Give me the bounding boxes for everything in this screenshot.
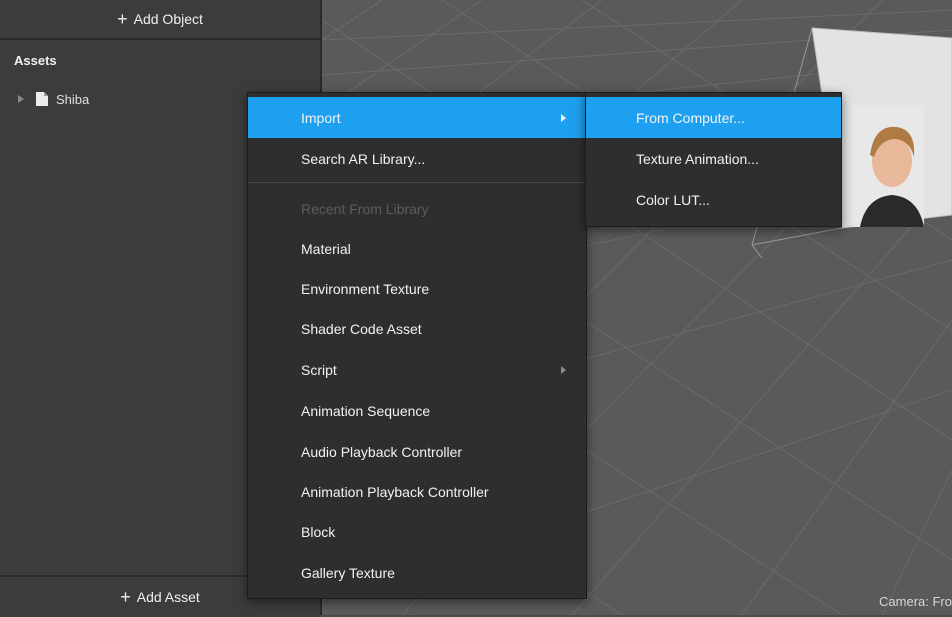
add-object-button[interactable]: + Add Object <box>0 0 320 40</box>
menu-item-environment-texture[interactable]: Environment Texture <box>248 268 586 309</box>
menu-item-recent-from-library: Recent From Library <box>248 188 586 229</box>
add-object-label: Add Object <box>133 11 203 27</box>
menu-item-audio-playback-controller[interactable]: Audio Playback Controller <box>248 431 586 472</box>
add-asset-label: Add Asset <box>136 589 200 605</box>
submenu-item-color-lut[interactable]: Color LUT... <box>586 179 841 220</box>
submenu-arrow-icon <box>561 113 566 122</box>
expand-triangle-icon[interactable] <box>18 95 24 103</box>
menu-item-label: Material <box>301 240 351 257</box>
menu-item-material[interactable]: Material <box>248 228 586 269</box>
menu-item-import[interactable]: Import <box>248 97 586 138</box>
menu-item-animation-playback-controller[interactable]: Animation Playback Controller <box>248 471 586 512</box>
plus-icon: + <box>117 8 128 29</box>
submenu-item-label: Color LUT... <box>636 191 710 208</box>
add-asset-context-menu: Import Search AR Library... Recent From … <box>247 92 587 599</box>
menu-item-search-ar-library[interactable]: Search AR Library... <box>248 138 586 179</box>
menu-item-animation-sequence[interactable]: Animation Sequence <box>248 390 586 431</box>
menu-item-label: Search AR Library... <box>301 150 426 167</box>
submenu-arrow-icon <box>561 365 566 374</box>
menu-item-label: Script <box>301 361 337 378</box>
menu-item-label: Shader Code Asset <box>301 320 422 337</box>
menu-item-label: Recent From Library <box>301 200 429 217</box>
submenu-item-label: Texture Animation... <box>636 150 759 167</box>
import-submenu: From Computer... Texture Animation... Co… <box>585 92 842 227</box>
camera-feed-image <box>852 105 924 227</box>
menu-item-label: Animation Playback Controller <box>301 483 489 500</box>
menu-item-label: Environment Texture <box>301 280 430 297</box>
menu-item-label: Block <box>301 523 336 540</box>
file-icon <box>36 92 48 106</box>
submenu-item-from-computer[interactable]: From Computer... <box>586 97 841 138</box>
menu-item-label: Gallery Texture <box>301 564 395 581</box>
menu-item-label: Animation Sequence <box>301 402 431 419</box>
submenu-item-texture-animation[interactable]: Texture Animation... <box>586 138 841 179</box>
menu-item-gallery-texture[interactable]: Gallery Texture <box>248 552 586 593</box>
submenu-item-label: From Computer... <box>636 109 745 126</box>
asset-item[interactable]: Shiba <box>18 90 89 108</box>
menu-item-shader-code-asset[interactable]: Shader Code Asset <box>248 308 586 349</box>
menu-item-label: Import <box>301 109 341 126</box>
menu-item-block[interactable]: Block <box>248 511 586 552</box>
camera-label: Camera: Fro <box>879 594 952 609</box>
asset-item-label: Shiba <box>56 91 90 107</box>
plus-icon: + <box>120 586 131 607</box>
menu-separator <box>248 182 586 183</box>
menu-item-script[interactable]: Script <box>248 349 586 390</box>
menu-item-label: Audio Playback Controller <box>301 443 463 460</box>
assets-header: Assets <box>14 53 57 68</box>
